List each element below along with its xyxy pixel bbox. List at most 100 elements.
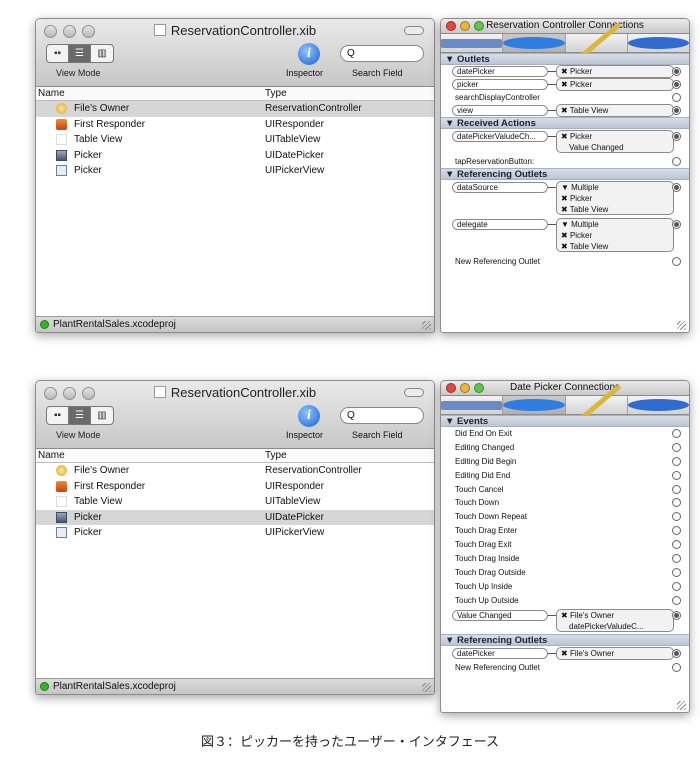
event-row[interactable]: Touch Down Repeat bbox=[441, 510, 689, 524]
event-row[interactable]: Editing Did End bbox=[441, 469, 689, 483]
connection-circle[interactable] bbox=[672, 554, 681, 564]
close-button[interactable] bbox=[446, 21, 456, 31]
connection-circle[interactable] bbox=[672, 220, 681, 229]
outlet-row[interactable]: datePicker ✖ Picker bbox=[441, 65, 689, 78]
view-mode-control[interactable]: ▪▪ ☰ ▥ bbox=[46, 44, 114, 63]
connection-circle[interactable] bbox=[672, 526, 681, 536]
event-row[interactable]: Touch Down bbox=[441, 496, 689, 510]
event-row[interactable]: Editing Did Begin bbox=[441, 455, 689, 469]
table-row[interactable]: First Responder UIResponder bbox=[36, 117, 434, 133]
search-field[interactable]: Q bbox=[340, 45, 424, 62]
connection-circle[interactable] bbox=[672, 567, 681, 577]
table-row[interactable]: Table View UITableView bbox=[36, 494, 434, 510]
connection-circle[interactable] bbox=[672, 662, 681, 672]
connection-circle[interactable] bbox=[672, 80, 681, 89]
outlet-row[interactable]: picker ✖ Picker bbox=[441, 78, 689, 91]
name-column-header[interactable]: Name bbox=[38, 88, 65, 99]
connection-circle[interactable] bbox=[672, 648, 681, 658]
referencing-row[interactable]: delegate ▼ Multiple ✖ Picker ✖ Table View bbox=[441, 217, 689, 254]
connection-circle[interactable] bbox=[672, 540, 681, 550]
table-row[interactable]: File's Owner ReservationController bbox=[36, 101, 434, 117]
tab-attributes[interactable] bbox=[441, 34, 504, 52]
table-row[interactable]: First Responder UIResponder bbox=[36, 479, 434, 495]
tab-identity[interactable] bbox=[627, 34, 689, 52]
event-row[interactable]: Touch Drag Enter bbox=[441, 524, 689, 538]
column-view-icon[interactable]: ▥ bbox=[91, 407, 113, 424]
inspector-icon[interactable]: i bbox=[298, 43, 320, 65]
event-row[interactable]: Value Changed ✖ File's Owner datePickerVal… bbox=[441, 608, 689, 634]
close-button[interactable] bbox=[446, 383, 456, 393]
inspector-icon[interactable]: i bbox=[298, 405, 320, 427]
tab-attributes[interactable] bbox=[441, 396, 504, 414]
minimize-button[interactable] bbox=[460, 21, 470, 31]
table-row[interactable]: Picker UIPickerView bbox=[36, 525, 434, 541]
search-field[interactable]: Q bbox=[340, 407, 424, 424]
referencing-row[interactable]: New Referencing Outlet bbox=[441, 254, 689, 268]
icon-view-icon[interactable]: ▪▪ bbox=[47, 45, 69, 62]
tab-identity[interactable] bbox=[627, 396, 689, 414]
connection-circle[interactable] bbox=[672, 429, 681, 438]
connection-circle[interactable] bbox=[672, 456, 681, 466]
outlets-section-header[interactable]: ▼ Outlets bbox=[441, 53, 689, 65]
referencing-row[interactable]: dataSource ▼ Multiple ✖ Picker ✖ Table View bbox=[441, 180, 689, 217]
event-row[interactable]: Touch Up Outside bbox=[441, 594, 689, 608]
connection-circle[interactable] bbox=[672, 470, 681, 480]
outlet-row[interactable]: searchDisplayController bbox=[441, 91, 689, 104]
type-column-header[interactable]: Type bbox=[265, 88, 287, 99]
connection-circle[interactable] bbox=[672, 498, 681, 508]
event-row[interactable]: Touch Up Inside bbox=[441, 580, 689, 594]
resize-grip-icon[interactable] bbox=[677, 321, 686, 330]
connection-circle[interactable] bbox=[672, 67, 681, 76]
resize-grip-icon[interactable] bbox=[677, 701, 686, 710]
connection-circle[interactable] bbox=[672, 257, 681, 266]
event-row[interactable]: Did End On Exit bbox=[441, 427, 689, 441]
zoom-button[interactable] bbox=[474, 383, 484, 393]
outlet-row[interactable]: view ✖ Table View bbox=[441, 104, 689, 117]
connection-circle[interactable] bbox=[672, 183, 681, 192]
connection-circle[interactable] bbox=[672, 484, 681, 494]
action-row[interactable]: datePickerValudeCh... ✖ Picker Value Chang… bbox=[441, 129, 689, 155]
table-row[interactable]: Table View UITableView bbox=[36, 132, 434, 148]
connection-circle[interactable] bbox=[672, 581, 681, 591]
event-row[interactable]: Touch Cancel bbox=[441, 483, 689, 497]
list-view-icon[interactable]: ☰ bbox=[69, 407, 91, 424]
type-column-header[interactable]: Type bbox=[265, 450, 287, 461]
received-actions-section-header[interactable]: ▼ Received Actions bbox=[441, 117, 689, 129]
minimize-button[interactable] bbox=[460, 383, 470, 393]
toolbar-toggle-button[interactable] bbox=[404, 26, 424, 35]
tab-connections[interactable] bbox=[503, 34, 566, 52]
column-view-icon[interactable]: ▥ bbox=[91, 45, 113, 62]
tab-size[interactable] bbox=[566, 21, 628, 65]
table-row[interactable]: Picker UIDatePicker bbox=[36, 148, 434, 164]
connection-circle[interactable] bbox=[672, 610, 681, 620]
event-row[interactable]: Touch Drag Outside bbox=[441, 566, 689, 580]
resize-grip-icon[interactable] bbox=[422, 683, 431, 692]
tab-connections[interactable] bbox=[503, 396, 566, 414]
connection-circle[interactable] bbox=[672, 157, 681, 166]
name-column-header[interactable]: Name bbox=[38, 450, 65, 461]
event-row[interactable]: Touch Drag Exit bbox=[441, 538, 689, 552]
table-row[interactable]: File's Owner ReservationController bbox=[36, 463, 434, 479]
referencing-row[interactable]: New Referencing Outlet bbox=[441, 660, 689, 674]
table-row[interactable]: Picker UIPickerView bbox=[36, 163, 434, 179]
event-row[interactable]: Editing Changed bbox=[441, 441, 689, 455]
action-row[interactable]: tapReservationButton: bbox=[441, 155, 689, 168]
list-view-icon[interactable]: ☰ bbox=[69, 45, 91, 62]
connection-circle[interactable] bbox=[672, 106, 681, 115]
connection-circle[interactable] bbox=[672, 132, 681, 141]
referencing-outlets-section-header[interactable]: ▼ Referencing Outlets bbox=[441, 168, 689, 180]
connection-circle[interactable] bbox=[672, 442, 681, 452]
toolbar-toggle-button[interactable] bbox=[404, 388, 424, 397]
icon-view-icon[interactable]: ▪▪ bbox=[47, 407, 69, 424]
zoom-button[interactable] bbox=[474, 21, 484, 31]
event-row[interactable]: Touch Drag Inside bbox=[441, 552, 689, 566]
connection-circle[interactable] bbox=[672, 512, 681, 522]
view-mode-control[interactable]: ▪▪ ☰ ▥ bbox=[46, 406, 114, 425]
connection-circle[interactable] bbox=[672, 93, 681, 102]
events-section-header[interactable]: ▼ Events bbox=[441, 415, 689, 427]
referencing-outlets-section-header[interactable]: ▼ Referencing Outlets bbox=[441, 633, 689, 646]
tab-size[interactable] bbox=[566, 383, 628, 427]
table-row[interactable]: Picker UIDatePicker bbox=[36, 509, 434, 525]
referencing-row[interactable]: datePicker ✖ File's Owner bbox=[441, 646, 689, 660]
resize-grip-icon[interactable] bbox=[422, 321, 431, 330]
